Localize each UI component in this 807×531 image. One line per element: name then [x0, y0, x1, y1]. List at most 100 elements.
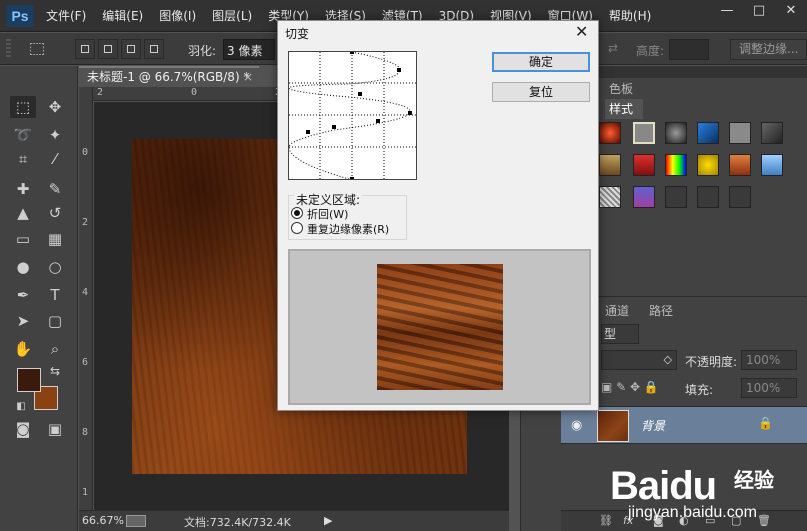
style-swatch[interactable] [697, 122, 719, 144]
lasso-tool-icon[interactable]: ➰ [10, 124, 36, 146]
type-tool-icon[interactable]: T [42, 284, 68, 306]
style-swatch[interactable] [761, 154, 783, 176]
reset-button[interactable]: 复位 [492, 82, 590, 102]
lock-icons[interactable]: ▣ ✎ ✥ 🔒 [601, 380, 659, 394]
opacity-label: 不透明度: [685, 355, 738, 369]
magic-wand-tool-icon[interactable]: ✦ [42, 124, 68, 146]
refine-edge-button[interactable]: 调整边缘... [730, 39, 807, 60]
marquee-preset-icon[interactable] [30, 43, 44, 55]
rect-marquee-tool-icon[interactable]: ⬚ [10, 96, 36, 118]
status-menu-arrow-icon[interactable]: ▶ [324, 514, 332, 527]
blend-mode-select[interactable]: ◇ [601, 350, 677, 370]
tab-paths[interactable]: 路径 [649, 302, 673, 319]
watermark-url: jingyan.baidu.com [628, 504, 757, 521]
style-swatch[interactable] [633, 186, 655, 208]
style-swatch[interactable] [729, 154, 751, 176]
style-swatch[interactable] [729, 186, 751, 208]
style-swatch[interactable] [665, 122, 687, 144]
brush-tool-icon[interactable]: ✎ [42, 178, 68, 200]
status-preview-icon[interactable] [126, 515, 146, 527]
gradient-tool-icon[interactable]: ▦ [42, 228, 68, 250]
dodge-tool-icon[interactable]: ○ [42, 256, 68, 278]
wrap-radio[interactable] [291, 207, 303, 219]
document-tab[interactable]: 未标题-1 @ 66.7%(RGB/8) * × [79, 66, 259, 87]
intersect-selection-button[interactable] [144, 39, 164, 59]
curve-point[interactable] [358, 92, 362, 96]
options-grip[interactable] [6, 39, 11, 59]
ok-button[interactable]: 确定 [492, 52, 590, 72]
curve-point[interactable] [332, 125, 336, 129]
visibility-eye-icon[interactable]: ◉ [571, 418, 582, 433]
preview-image[interactable] [377, 264, 503, 390]
curve-point[interactable] [376, 119, 380, 123]
rectangle-shape-tool-icon[interactable]: ▢ [42, 310, 68, 332]
pen-tool-icon[interactable]: ✒ [10, 284, 36, 306]
curve-point[interactable] [350, 177, 354, 181]
layer-lock-icon[interactable]: 🔒 [758, 416, 773, 430]
style-swatch[interactable] [599, 186, 621, 208]
eraser-tool-icon[interactable]: ▭ [10, 228, 36, 250]
close-window-button[interactable]: ✕ [775, 0, 807, 22]
maximize-button[interactable]: □ [743, 0, 775, 22]
dialog-close-icon[interactable]: ✕ [575, 22, 588, 41]
curve-point[interactable] [350, 50, 354, 54]
shear-curve-grid[interactable] [288, 50, 416, 181]
tab-swatches[interactable]: 色板 [605, 79, 649, 99]
menu-help[interactable]: 帮助(H) [609, 0, 651, 32]
height-input[interactable] [669, 39, 709, 60]
new-selection-button[interactable] [75, 39, 95, 59]
stamp-tool-icon[interactable]: ▲ [10, 202, 36, 224]
repeat-edge-radio-label[interactable]: 重复边缘像素(R) [307, 221, 389, 237]
repeat-edge-radio[interactable] [291, 222, 303, 234]
style-swatch[interactable] [697, 186, 719, 208]
style-swatch[interactable] [633, 122, 655, 144]
curve-point[interactable] [306, 130, 310, 134]
healing-brush-tool-icon[interactable]: ✚ [10, 178, 36, 200]
move-tool-icon[interactable]: ✥ [42, 96, 68, 118]
history-brush-tool-icon[interactable]: ↺ [42, 202, 68, 224]
menu-image[interactable]: 图像(I) [159, 0, 196, 32]
swap-colors-icon[interactable]: ⇆ [42, 360, 68, 382]
zoom-level[interactable]: 66.67% [82, 514, 124, 527]
hand-tool-icon[interactable]: ✋ [10, 338, 36, 360]
menu-file[interactable]: 文件(F) [46, 0, 86, 32]
wrap-radio-label[interactable]: 折回(W) [307, 206, 348, 222]
style-swatch[interactable] [599, 154, 621, 176]
minimize-button[interactable]: — [711, 0, 743, 22]
ruler-label: 0 [191, 87, 198, 98]
layer-name[interactable]: 背景 [641, 417, 665, 434]
style-swatch[interactable] [599, 122, 621, 144]
swap-arrow-icon[interactable]: ⇄ [608, 41, 618, 55]
opacity-input[interactable]: 100% [741, 350, 797, 370]
style-swatch[interactable] [697, 154, 719, 176]
shear-curve-editor[interactable] [288, 50, 417, 181]
layer-kind-filter[interactable]: 型 [601, 324, 639, 344]
menu-edit[interactable]: 编辑(E) [102, 0, 143, 32]
tab-styles[interactable]: 样式 [605, 99, 643, 119]
feather-input[interactable]: 3 像素 [223, 39, 275, 60]
screen-mode-icon[interactable]: ▣ [42, 418, 68, 440]
style-swatch[interactable] [729, 122, 751, 144]
curve-point[interactable] [408, 111, 412, 115]
fill-input[interactable]: 100% [741, 378, 797, 398]
tab-channels[interactable]: 通道 [605, 302, 629, 319]
menu-layer[interactable]: 图层(L) [212, 0, 252, 32]
blur-tool-icon[interactable]: ● [10, 256, 36, 278]
style-swatch[interactable] [665, 186, 687, 208]
curve-point[interactable] [397, 68, 401, 72]
style-swatch[interactable] [665, 154, 687, 176]
style-swatch[interactable] [761, 122, 783, 144]
layer-thumbnail[interactable] [597, 410, 629, 442]
crop-tool-icon[interactable]: ⌗ [10, 148, 36, 170]
add-selection-button[interactable] [98, 39, 118, 59]
path-select-tool-icon[interactable]: ➤ [10, 310, 36, 332]
document-tab-close-icon[interactable]: × [243, 68, 253, 87]
zoom-tool-icon[interactable]: ⌕ [42, 338, 68, 360]
foreground-color-swatch[interactable] [17, 368, 41, 392]
default-colors-icon[interactable]: ◧ [8, 396, 34, 418]
subtract-selection-button[interactable] [121, 39, 141, 59]
layer-row-background[interactable]: ◉ 背景 🔒 [561, 406, 807, 444]
eyedropper-tool-icon[interactable]: ⁄ [42, 148, 68, 170]
quick-mask-icon[interactable]: ◙ [10, 418, 36, 440]
style-swatch[interactable] [633, 154, 655, 176]
